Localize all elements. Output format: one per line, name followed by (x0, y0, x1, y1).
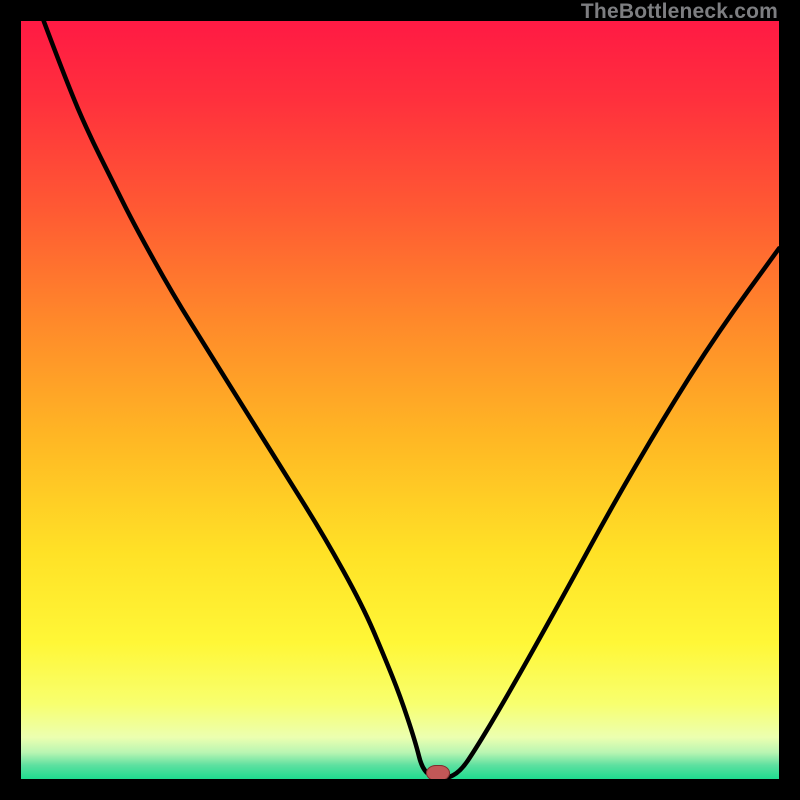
optimal-point-marker (426, 765, 450, 779)
chart-frame: TheBottleneck.com (0, 0, 800, 800)
bottleneck-curve (21, 21, 779, 779)
plot-area (21, 21, 779, 779)
